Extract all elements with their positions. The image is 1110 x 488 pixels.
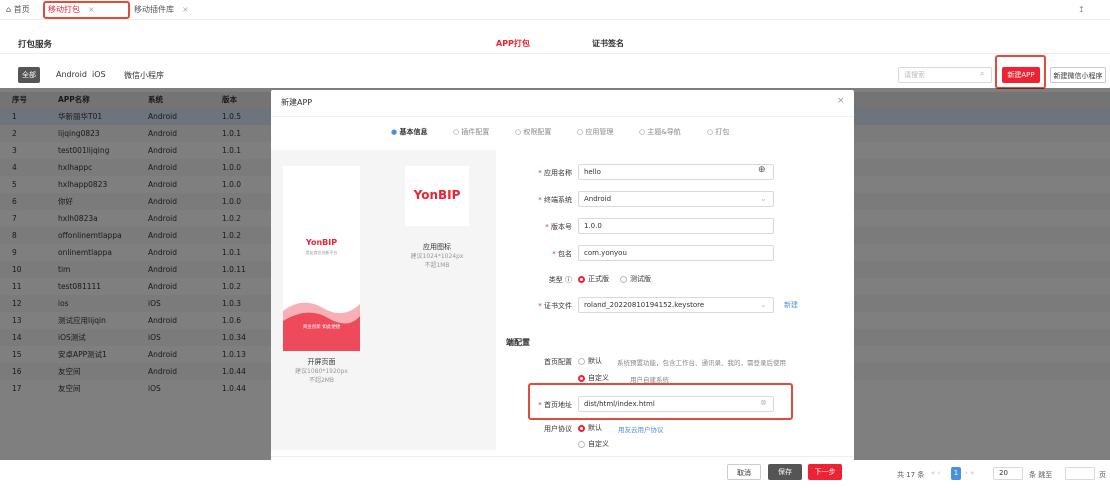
splash-tagline: 用友商业创新平台 (305, 250, 338, 255)
pagination: 共 17 条 « ‹ 1 › » 20 条 跳至 页 (895, 467, 1110, 483)
type-formal-radio[interactable]: 正式版 (578, 274, 609, 284)
splash-hint: 不超2MB (308, 377, 335, 384)
highlight-box (995, 55, 1046, 89)
jump-label: 条 跳至 (1029, 471, 1053, 479)
protocol-default-radio[interactable]: 默认 (578, 423, 602, 433)
cert-select[interactable]: roland_20220810194152.keystore (578, 297, 774, 313)
protocol-custom-radio[interactable]: 自定义 (578, 439, 609, 449)
cancel-button[interactable]: 取消 (727, 464, 761, 480)
cert-new-link[interactable]: 新建 (784, 300, 798, 310)
next-button[interactable]: 下一步 (808, 464, 842, 480)
jump-input[interactable] (1065, 467, 1095, 480)
icon-hint: 建议1024*1024px (410, 253, 464, 260)
page-current[interactable]: 1 (951, 467, 961, 480)
chip-all[interactable]: 全部 (18, 67, 40, 83)
package-input[interactable]: com.yonyou (578, 245, 774, 261)
close-icon[interactable]: × (837, 96, 845, 106)
search-input[interactable]: 请搜索 (898, 67, 992, 83)
splash-logo: YonBIP (305, 238, 338, 247)
expand-icon[interactable]: ↥ (1078, 0, 1085, 20)
os-label: * 终端系统 (538, 196, 572, 204)
divider (271, 456, 854, 457)
total-count: 共 17 条 (897, 471, 925, 479)
splash-banner: 商业创新 如此便捷 (302, 325, 341, 330)
steps: ● 基本信息 ○ 插件配置 ○ 权限配置 ○ 应用管理 ○ 主题&导航 ○ 打包 (391, 127, 751, 139)
version-input[interactable]: 1.0.0 (578, 218, 774, 234)
chip-android[interactable]: Android (56, 70, 87, 79)
type-test-radio[interactable]: 测试版 (620, 274, 651, 284)
page-size-select[interactable]: 20 (993, 467, 1023, 480)
tab-bar: ⌂ 首页 移动打包 × 移动插件库 × ↥ (0, 0, 1110, 20)
step-3[interactable]: ○ 权限配置 (515, 127, 551, 137)
highlight-box (528, 383, 793, 420)
app-icon-preview[interactable]: YonBIP (405, 166, 469, 226)
protocol-label: 用户协议 (544, 425, 572, 433)
app-name-input[interactable]: hello (578, 164, 774, 180)
chip-ios[interactable]: iOS (92, 70, 106, 79)
next-icon[interactable]: › » (965, 469, 974, 477)
save-button[interactable]: 保存 (768, 464, 802, 480)
tab-home[interactable]: ⌂ 首页 (6, 0, 30, 20)
step-4[interactable]: ○ 应用管理 (577, 127, 613, 137)
step-1[interactable]: ● 基本信息 (391, 127, 428, 137)
nav-cert-sign[interactable]: 证书签名 (592, 38, 624, 49)
home-icon: ⌂ (6, 5, 14, 14)
home-custom-radio[interactable]: 自定义 (578, 373, 609, 383)
step-2[interactable]: ○ 插件配置 (453, 127, 489, 137)
cert-label: * 证书文件 (538, 302, 572, 310)
home-default-radio[interactable]: 默认 (578, 356, 602, 366)
new-mini-button[interactable]: 新建微信小程序 (1050, 67, 1106, 83)
close-icon[interactable]: × (182, 5, 189, 14)
chip-wechat[interactable]: 微信小程序 (124, 70, 164, 81)
tab-plugin-lib[interactable]: 移动插件库 × (134, 0, 189, 20)
divider (271, 116, 854, 117)
highlight-box (43, 1, 130, 19)
os-select[interactable]: Android (578, 191, 774, 207)
version-label: * 版本号 (545, 223, 572, 231)
icon-hint: 不超1MB (424, 262, 450, 269)
chevron-down-icon: ⌄ (760, 300, 767, 309)
filter-bar: 全部 Android iOS 微信小程序 请搜索 ⌕ 新建APP 新建微信小程序 (0, 64, 1110, 84)
section-title: 端配置 (506, 338, 530, 347)
step-5[interactable]: ○ 主题&导航 (639, 127, 681, 137)
chevron-down-icon: ⌄ (760, 194, 767, 203)
search-icon: ⌕ (980, 69, 985, 78)
page-title: 打包服务 (18, 40, 53, 50)
package-label: * 包名 (552, 250, 572, 258)
app-name-label: * 应用名称 (538, 169, 572, 177)
preview-panel: YonBIP 用友商业创新平台 商业创新 如此便捷 开屏页面 建议1080*19… (271, 150, 496, 450)
type-label: 类型 ⓘ (548, 276, 572, 284)
icon-logo: YonBIP (413, 188, 461, 202)
page-unit: 页 (1099, 471, 1106, 479)
modal-title: 新建APP (281, 98, 313, 107)
protocol-link[interactable]: 用友云用户协议 (618, 424, 664, 434)
nav-app-pack[interactable]: APP打包 (496, 38, 530, 49)
globe-icon[interactable]: ⊕ (758, 165, 766, 175)
home-config-label: 首页配置 (544, 358, 572, 366)
new-app-modal: 新建APP × ● 基本信息 ○ 插件配置 ○ 权限配置 ○ 应用管理 ○ 主题… (271, 90, 854, 486)
splash-hint: 建议1080*1920px (295, 368, 348, 375)
step-6[interactable]: ○ 打包 (707, 127, 729, 137)
prev-icon[interactable]: « ‹ (931, 469, 940, 477)
splash-preview[interactable]: YonBIP 用友商业创新平台 商业创新 如此便捷 (283, 166, 360, 351)
page-header: 打包服务 APP打包 证书签名 (0, 32, 1110, 54)
home-default-desc: 系统预置功能，包含工作台、通讯录、我的，需登录后使用 (617, 359, 786, 367)
